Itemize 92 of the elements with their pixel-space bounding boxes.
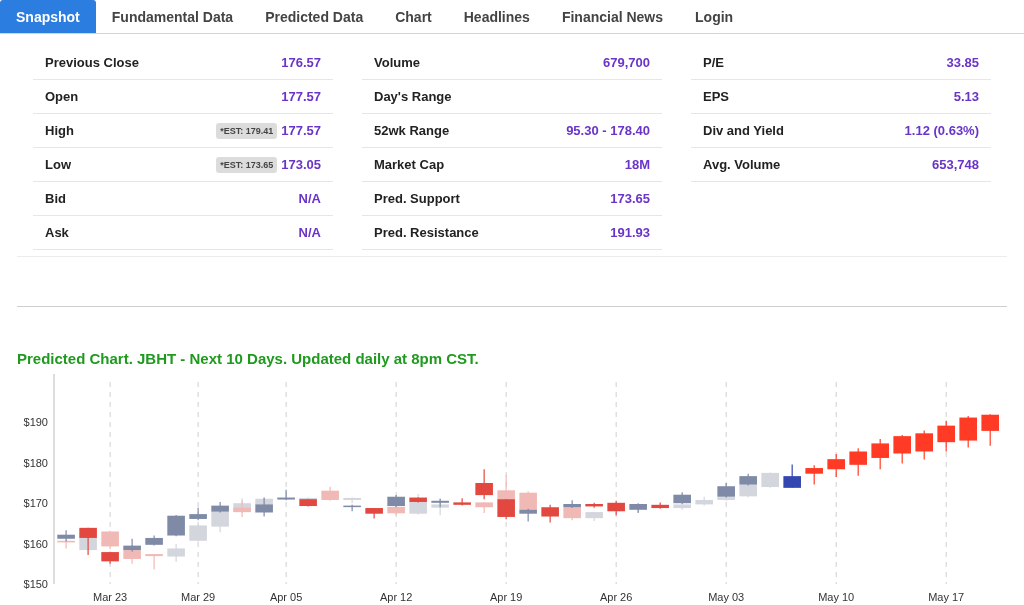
candlestick (981, 414, 999, 447)
estimate-badge: *EST: 179.41 (216, 122, 278, 139)
axis-label: $150 (23, 578, 48, 591)
candlestick (541, 504, 559, 524)
field-label: Low (45, 157, 72, 172)
field-label: Open (45, 89, 80, 104)
field-value: N/A (298, 225, 321, 240)
nav-tab[interactable]: Chart (379, 0, 448, 33)
candlestick (805, 465, 823, 486)
field-label: Bid (45, 191, 67, 206)
candlestick (739, 473, 757, 487)
candlestick (585, 511, 603, 522)
candlestick (497, 498, 515, 521)
axis-label: $190 (23, 416, 48, 429)
candlestick (915, 430, 933, 461)
field-value: 177.57 (281, 89, 321, 104)
field-label: Ask (45, 225, 70, 240)
field-value: 173.05 (281, 157, 321, 172)
candlestick (739, 484, 757, 499)
candlestick (651, 502, 669, 510)
field-value: 173.65 (610, 191, 650, 206)
candlestick (145, 535, 163, 547)
candlestick (167, 514, 185, 538)
field-value: 653,748 (932, 157, 979, 172)
axis-label: May 17 (928, 591, 965, 604)
field-label: Avg. Volume (703, 157, 782, 172)
candlestick (695, 496, 713, 507)
field-label: Previous Close (45, 55, 140, 70)
field-label: P/E (703, 55, 725, 70)
field-value: 679,700 (603, 55, 650, 70)
candlestick (167, 543, 185, 563)
candlestick (365, 507, 383, 520)
axis-label: Apr 19 (489, 591, 523, 604)
field-value: N/A (298, 191, 321, 206)
candlestick (871, 438, 889, 471)
axis-label: Mar 29 (181, 591, 216, 604)
field-label: Pred. Support (374, 191, 461, 206)
field-label: 52wk Range (374, 123, 451, 138)
candlestick (607, 500, 625, 517)
field-label: EPS (703, 89, 730, 104)
candlestick (145, 553, 163, 571)
axis-label: May 03 (708, 591, 745, 604)
candlestick (519, 508, 537, 523)
candlestick (321, 486, 339, 502)
candlestick (277, 489, 295, 502)
nav-tab[interactable]: Login (679, 0, 750, 33)
axis-label: Apr 12 (379, 591, 413, 604)
nav-tab[interactable]: Snapshot (0, 0, 96, 33)
axis-label: Apr 26 (599, 591, 633, 604)
candlestick (189, 507, 207, 522)
candlestick (233, 500, 251, 518)
field-label: Day's Range (374, 89, 453, 104)
candlestick (783, 464, 801, 489)
candlestick (629, 503, 647, 514)
field-value: 18M (624, 157, 650, 172)
estimate-badge: *EST: 173.65 (216, 156, 278, 173)
field-label: Div and Yield (703, 123, 785, 138)
field-value: 1.12 (0.63%) (904, 123, 979, 138)
candlestick (893, 434, 911, 465)
nav-tab[interactable]: Headlines (447, 0, 546, 33)
candlestick (959, 415, 977, 449)
field-label: Market Cap (374, 157, 446, 172)
field-value: 33.85 (946, 55, 979, 70)
candlestick (453, 498, 471, 507)
axis-label: Mar 23 (93, 591, 128, 604)
candlestick (189, 524, 207, 543)
nav-tab[interactable]: Fundamental Data (95, 0, 250, 33)
candlestick (827, 453, 845, 478)
candlestick (849, 448, 867, 477)
axis-label: $180 (23, 457, 48, 470)
field-value: 95.30 - 178.40 (566, 123, 650, 138)
field-label: High (45, 123, 75, 138)
field-value: 177.57 (281, 123, 321, 138)
candlestick (343, 504, 361, 513)
axis-label: Apr 05 (269, 591, 303, 604)
candlestick (123, 538, 141, 553)
candlestick (57, 540, 75, 550)
chart-title: Predicted Chart. JBHT - Next 10 Days. Updated daily at 8pm CST. (16, 350, 480, 370)
field-value: 191.93 (610, 225, 650, 240)
nav-tab[interactable]: Financial News (545, 0, 680, 33)
candlestick (937, 420, 955, 453)
field-label: Volume (374, 55, 421, 70)
axis-label: $160 (23, 538, 48, 550)
candlestick (57, 530, 75, 543)
candlestick (519, 491, 537, 512)
axis-label: $170 (23, 497, 48, 510)
field-value: 176.57 (281, 55, 321, 70)
field-value: 5.13 (953, 89, 979, 104)
candlestick (761, 472, 779, 489)
axis-label: May 10 (818, 591, 855, 604)
field-label: Pred. Resistance (374, 225, 480, 240)
nav-tab[interactable]: Predicted Data (249, 0, 380, 33)
